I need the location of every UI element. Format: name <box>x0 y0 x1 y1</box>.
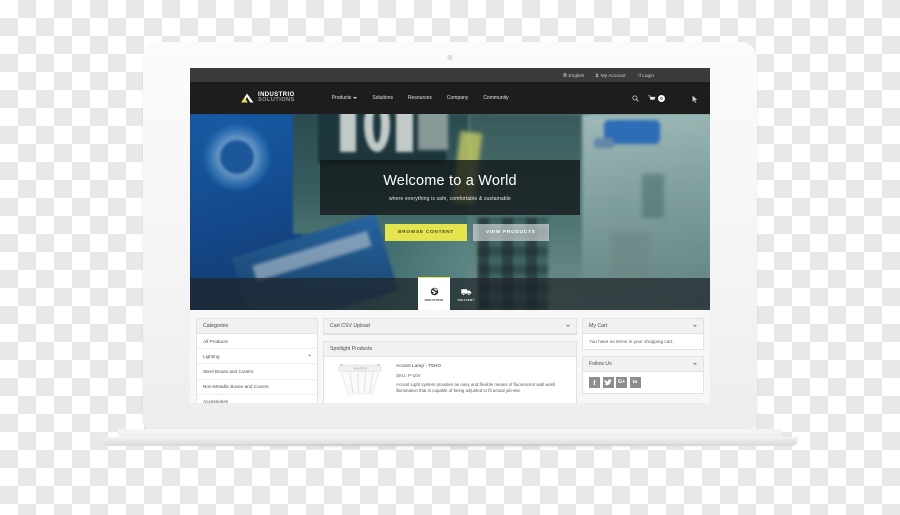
hero-banner: Welcome to a World where everything is s… <box>190 114 710 310</box>
hero-tab-label-delivery: DELIVERY <box>457 298 475 302</box>
laptop-shadow <box>120 444 780 450</box>
chevron-down-icon[interactable] <box>566 325 570 327</box>
utility-topbar: English My Account Login <box>190 68 710 82</box>
csv-upload-title: Cart CSV Upload <box>330 323 370 329</box>
categories-title: Categories <box>203 323 229 329</box>
login-link[interactable]: Login <box>637 73 654 78</box>
user-icon <box>595 73 599 77</box>
spotlight-header: Spotlight Products <box>324 342 576 357</box>
accent-lamp-image: INDUSTRIO <box>338 364 382 395</box>
login-icon <box>637 73 641 77</box>
hero-tab-industrio[interactable]: INDUSTRIO <box>418 277 450 310</box>
sidebar-label-accessories: Accessories <box>203 399 229 403</box>
login-label: Login <box>642 72 654 78</box>
product-item[interactable]: INDUSTRIO Accent Lamp - T5HO SKU: P-104 … <box>324 357 576 403</box>
nav-item-solutions[interactable]: Solutions <box>372 95 393 101</box>
chevron-down-icon <box>353 97 358 99</box>
logo-wordmark: INDUSTRIO SOLUTIONS <box>258 92 295 104</box>
webcam <box>447 55 453 60</box>
laptop-lid: English My Account Login INDUSTRIO SOLUT… <box>143 42 757 430</box>
hero-cta-group: BROWSE CONTENT VIEW PRODUCTS <box>385 224 549 241</box>
sidebar-item-non-metallic-boxes[interactable]: Non-Metallic Boxes and Covers <box>197 380 317 395</box>
laptop-mockup: English My Account Login INDUSTRIO SOLUT… <box>0 0 900 515</box>
nav-item-community[interactable]: Community <box>483 95 508 101</box>
categories-list: All Products Lighting + Steel Boxes and … <box>197 334 317 403</box>
product-description: Accent Light system provides an easy and… <box>396 381 556 393</box>
hero-tab-delivery[interactable]: DELIVERY <box>450 280 482 310</box>
my-cart-title: My Cart <box>589 323 608 329</box>
page-content: Categories All Products Lighting + Steel… <box>190 310 710 403</box>
follow-us-card: Follow Us f G+ in <box>582 356 704 394</box>
csv-upload-card[interactable]: Cart CSV Upload <box>323 318 577 335</box>
product-info: Accent Lamp - T5HO SKU: P-104 Accent Lig… <box>396 363 569 397</box>
categories-card: Categories All Products Lighting + Steel… <box>196 318 318 403</box>
cart-empty-message: You have no items in your shopping cart. <box>589 339 674 344</box>
product-sku: SKU: P-104 <box>396 372 421 378</box>
search-icon[interactable] <box>632 94 639 102</box>
main-navbar: INDUSTRIO SOLUTIONS Products Solutions R… <box>190 82 710 114</box>
categories-header: Categories <box>197 319 317 334</box>
cart-icon <box>648 94 656 100</box>
language-selector[interactable]: English <box>563 73 584 78</box>
hero-subtitle: where everything is safe, comfortable & … <box>389 196 511 202</box>
nav-item-resources[interactable]: Resources <box>408 95 432 101</box>
sidebar-column: Categories All Products Lighting + Steel… <box>196 318 318 403</box>
nav-actions: 0 <box>632 94 665 102</box>
my-account-label: My Account <box>600 72 626 78</box>
globe-icon <box>563 73 567 77</box>
sidebar-item-accessories[interactable]: Accessories <box>197 395 317 403</box>
expand-plus-icon[interactable]: + <box>308 353 311 359</box>
logo-line-2: SOLUTIONS <box>258 97 295 104</box>
right-column: My Cart You have no items in your shoppi… <box>582 318 704 403</box>
cart-count-badge: 0 <box>658 94 665 102</box>
site-logo[interactable]: INDUSTRIO SOLUTIONS <box>240 92 295 104</box>
main-column: Cart CSV Upload Spotlight Products INDUS… <box>323 318 577 403</box>
my-cart-header[interactable]: My Cart <box>583 319 703 334</box>
sidebar-label-all-products: All Products <box>203 338 229 344</box>
industrio-logo-icon <box>241 93 254 103</box>
svg-text:INDUSTRIO: INDUSTRIO <box>353 368 367 371</box>
cart-button[interactable]: 0 <box>648 94 665 102</box>
spotlight-products-card: Spotlight Products INDUSTRIO Accent Lamp… <box>323 341 577 403</box>
browser-screen: English My Account Login INDUSTRIO SOLUT… <box>190 68 710 403</box>
sidebar-item-steel-boxes[interactable]: Steel Boxes and Covers <box>197 364 317 380</box>
sidebar-label-steel-boxes: Steel Boxes and Covers <box>203 368 254 374</box>
hero-text-overlay: Welcome to a World where everything is s… <box>320 160 580 215</box>
nav-item-products[interactable]: Products <box>332 95 358 101</box>
language-label: English <box>568 72 585 78</box>
hero-tab-label-industrio: INDUSTRIO <box>424 297 444 302</box>
linkedin-icon[interactable]: in <box>629 377 641 388</box>
sidebar-label-lighting: Lighting <box>203 353 220 359</box>
my-cart-card: My Cart You have no items in your shoppi… <box>582 318 704 350</box>
social-links: f G+ in <box>583 372 703 393</box>
product-image: INDUSTRIO <box>331 363 389 397</box>
my-account-link[interactable]: My Account <box>595 72 626 78</box>
sidebar-item-all-products[interactable]: All Products <box>197 334 317 350</box>
facebook-icon[interactable]: f <box>589 377 600 388</box>
csv-upload-header[interactable]: Cart CSV Upload <box>324 319 576 334</box>
hero-feature-tabs: INDUSTRIO DELIVERY <box>418 277 482 310</box>
twitter-bird-glyph <box>604 379 612 386</box>
globe-badge-icon <box>430 287 438 295</box>
hero-title: Welcome to a World <box>383 173 517 189</box>
sidebar-item-lighting[interactable]: Lighting + <box>197 349 317 365</box>
chevron-down-icon[interactable] <box>693 325 697 327</box>
product-name[interactable]: Accent Lamp - T5HO <box>396 364 569 369</box>
follow-us-title: Follow Us <box>589 361 612 367</box>
mouse-cursor-icon <box>692 95 698 104</box>
spotlight-title: Spotlight Products <box>330 346 373 352</box>
nav-label-products: Products <box>331 95 352 101</box>
follow-us-header[interactable]: Follow Us <box>583 357 703 372</box>
view-products-button[interactable]: VIEW PRODUCTS <box>472 224 549 241</box>
google-plus-icon[interactable]: G+ <box>616 377 627 388</box>
chevron-down-icon[interactable] <box>693 363 697 365</box>
nav-item-company[interactable]: Company <box>447 95 468 101</box>
truck-icon <box>460 289 471 296</box>
nav-menu: Products Solutions Resources Company Com… <box>332 95 509 101</box>
twitter-icon[interactable] <box>602 377 614 388</box>
browse-content-button[interactable]: BROWSE CONTENT <box>385 224 467 241</box>
sidebar-label-non-metallic-boxes: Non-Metallic Boxes and Covers <box>203 384 269 390</box>
